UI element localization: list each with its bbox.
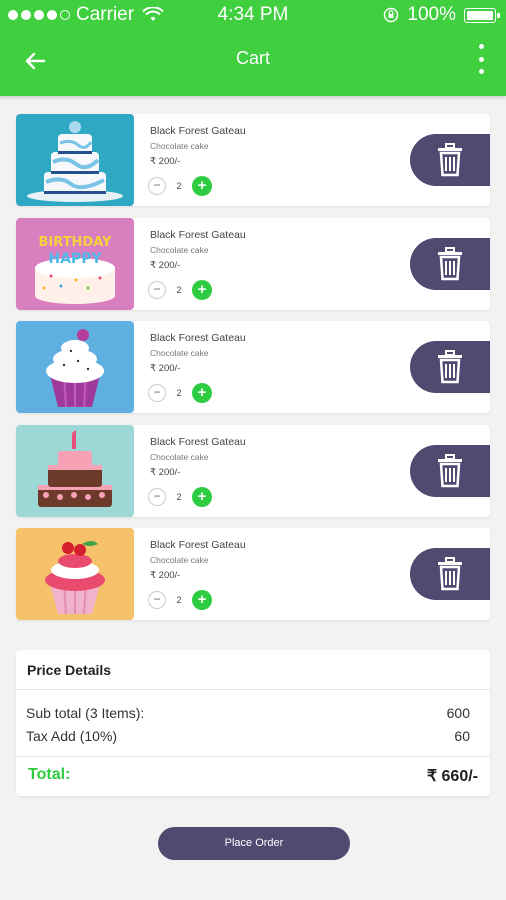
decrease-quantity-button[interactable]: −	[148, 488, 166, 506]
svg-text:HAPPY: HAPPY	[48, 251, 102, 267]
item-price: ₹ 200/-	[150, 260, 181, 271]
app-bar: Cart	[0, 30, 506, 96]
decrease-quantity-button[interactable]: −	[148, 591, 166, 609]
rotation-lock-icon	[384, 7, 399, 23]
item-description: Chocolate cake	[150, 348, 209, 358]
product-image-cupcake	[16, 321, 134, 413]
product-image-birthday-cake: BIRTHDAY HAPPY	[16, 218, 134, 310]
quantity-stepper: − 2 +	[148, 176, 214, 196]
cart-item: Black Forest Gateau Chocolate cake ₹ 200…	[16, 425, 490, 517]
place-order-button[interactable]: Place Order	[158, 827, 350, 860]
quantity-value: 2	[176, 595, 182, 605]
trash-icon	[438, 454, 462, 488]
decrease-quantity-button[interactable]: −	[148, 177, 166, 195]
subtotal-value: 600	[446, 705, 470, 721]
product-image-first-birthday-cake	[16, 425, 134, 517]
trash-icon	[438, 557, 462, 591]
product-image-wedding-cake	[16, 114, 134, 206]
cart-item: BIRTHDAY HAPPY Black Forest Gateau Choco…	[16, 218, 490, 310]
quantity-value: 2	[176, 285, 182, 295]
item-name: Black Forest Gateau	[150, 229, 246, 241]
total-value: ₹ 660/-	[426, 768, 478, 785]
more-vertical-icon[interactable]	[476, 44, 486, 74]
total-row: Total: ₹ 660/-	[28, 766, 478, 786]
quantity-stepper: − 2 +	[148, 487, 214, 507]
increase-quantity-button[interactable]: +	[192, 176, 212, 196]
cart-item: Black Forest Gateau Chocolate cake ₹ 200…	[16, 114, 490, 206]
trash-icon	[438, 350, 462, 384]
delete-button[interactable]	[410, 548, 490, 600]
item-name: Black Forest Gateau	[150, 332, 246, 344]
decrease-quantity-button[interactable]: −	[148, 281, 166, 299]
item-price: ₹ 200/-	[150, 363, 181, 374]
trash-icon	[438, 143, 462, 177]
total-label: Total:	[28, 766, 71, 783]
subtotal-label: Sub total (3 Items):	[26, 705, 145, 721]
cart-item: Black Forest Gateau Chocolate cake ₹ 200…	[16, 528, 490, 620]
battery-info: 100%	[383, 4, 500, 26]
delete-button[interactable]	[410, 341, 490, 393]
battery-percent: 100%	[407, 4, 456, 25]
item-name: Black Forest Gateau	[150, 539, 246, 551]
cart-item: Black Forest Gateau Chocolate cake ₹ 200…	[16, 321, 490, 413]
price-details-title: Price Details	[27, 662, 112, 678]
increase-quantity-button[interactable]: +	[192, 487, 212, 507]
tax-row: Tax Add (10%) 60	[26, 728, 470, 744]
trash-icon	[438, 247, 462, 281]
increase-quantity-button[interactable]: +	[192, 590, 212, 610]
item-price: ₹ 200/-	[150, 467, 181, 478]
decrease-quantity-button[interactable]: −	[148, 384, 166, 402]
quantity-value: 2	[176, 388, 182, 398]
product-image-cherry-cupcake	[16, 528, 134, 620]
quantity-value: 2	[176, 181, 182, 191]
delete-button[interactable]	[410, 238, 490, 290]
status-bar: Carrier 4:34 PM 100%	[0, 0, 506, 30]
battery-icon	[464, 7, 500, 23]
increase-quantity-button[interactable]: +	[192, 280, 212, 300]
subtotal-row: Sub total (3 Items): 600	[26, 705, 470, 721]
item-description: Chocolate cake	[150, 555, 209, 565]
item-description: Chocolate cake	[150, 141, 209, 151]
quantity-stepper: − 2 +	[148, 280, 214, 300]
quantity-stepper: − 2 +	[148, 383, 214, 403]
item-description: Chocolate cake	[150, 245, 209, 255]
item-price: ₹ 200/-	[150, 570, 181, 581]
tax-label: Tax Add (10%)	[26, 728, 118, 744]
item-name: Black Forest Gateau	[150, 436, 246, 448]
divider	[16, 756, 490, 757]
quantity-value: 2	[176, 492, 182, 502]
page-title: Cart	[235, 48, 270, 68]
item-description: Chocolate cake	[150, 452, 209, 462]
delete-button[interactable]	[410, 445, 490, 497]
price-details-header: Price Details	[16, 650, 490, 690]
increase-quantity-button[interactable]: +	[192, 383, 212, 403]
price-details-card: Price Details Sub total (3 Items): 600 T…	[16, 650, 490, 796]
item-name: Black Forest Gateau	[150, 125, 246, 137]
delete-button[interactable]	[410, 134, 490, 186]
quantity-stepper: − 2 +	[148, 590, 214, 610]
svg-text:BIRTHDAY: BIRTHDAY	[39, 235, 113, 250]
tax-value: 60	[454, 728, 470, 744]
item-price: ₹ 200/-	[150, 156, 181, 167]
